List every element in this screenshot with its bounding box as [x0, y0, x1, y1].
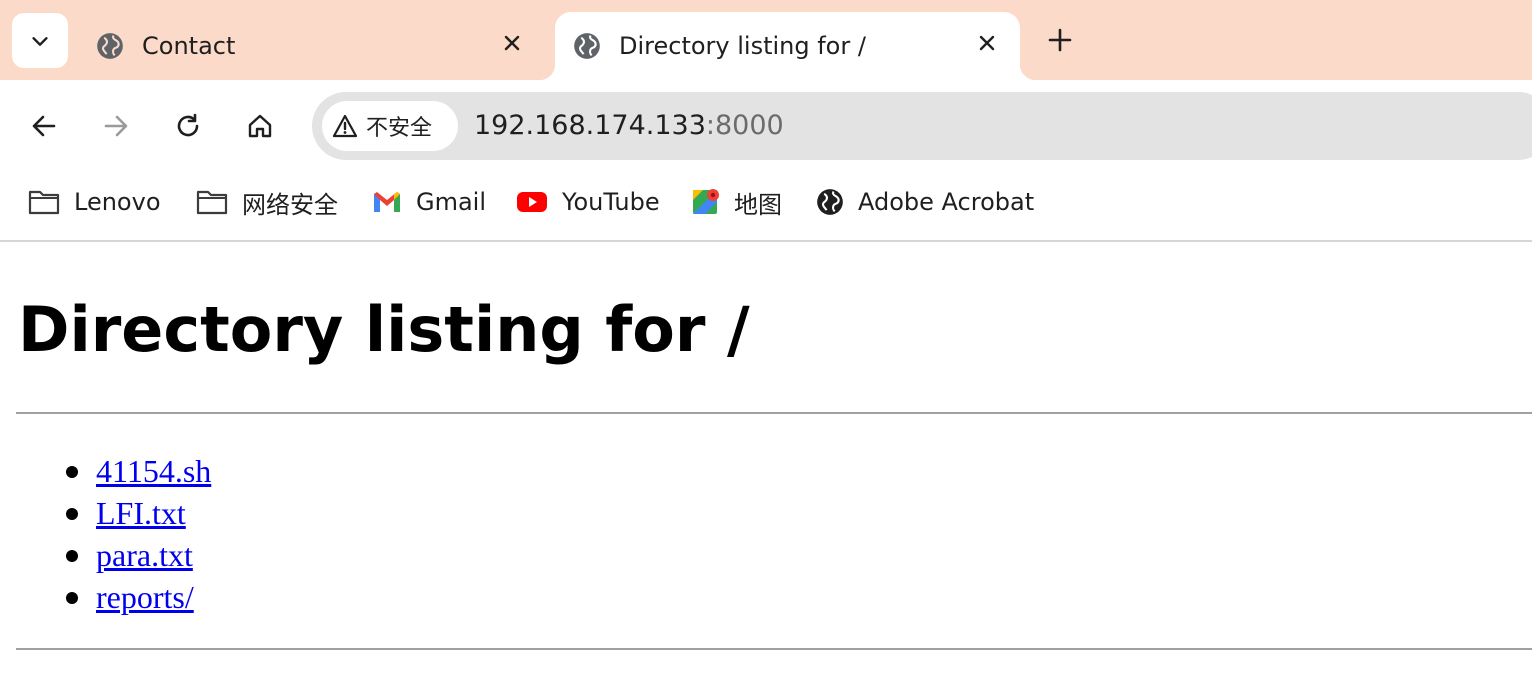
- divider: [16, 648, 1532, 650]
- list-item: para.txt: [0, 534, 211, 576]
- tab-title: Directory listing for /: [619, 32, 866, 60]
- list-item: LFI.txt: [0, 492, 211, 534]
- security-label: 不安全: [366, 116, 433, 141]
- bookmark-adobe-acrobat[interactable]: Adobe Acrobat: [816, 186, 1034, 218]
- bookmark-label: Gmail: [416, 188, 487, 216]
- bookmark-network-security[interactable]: 网络安全: [196, 186, 338, 219]
- bookmark-label: Lenovo: [74, 188, 161, 216]
- tab-directory-listing[interactable]: Directory listing for /: [539, 12, 1036, 80]
- bookmark-maps[interactable]: 地图: [692, 186, 782, 219]
- security-indicator[interactable]: 不安全: [322, 101, 458, 151]
- home-icon: [248, 114, 272, 138]
- url-port: :8000: [705, 110, 784, 141]
- file-link-41154-sh[interactable]: 41154.sh: [96, 453, 211, 489]
- url-text[interactable]: 192.168.174.133:8000: [474, 106, 784, 146]
- tab-strip: Contact Directory listing for /: [0, 0, 1532, 80]
- file-link-lfi-txt[interactable]: LFI.txt: [96, 495, 186, 531]
- tab-search-button[interactable]: [12, 13, 68, 68]
- bookmarks-bar: Lenovo 网络安全 Gmail YouTube 地图 Adobe Acrob…: [0, 172, 1532, 242]
- url-host: 192.168.174.133: [474, 110, 706, 141]
- gmail-icon: [374, 192, 400, 212]
- bookmark-label: 网络安全: [242, 190, 338, 219]
- warning-icon: [332, 114, 358, 138]
- reload-button[interactable]: [168, 106, 208, 146]
- globe-icon: [96, 32, 124, 60]
- file-link-reports[interactable]: reports/: [96, 579, 194, 615]
- back-button[interactable]: [24, 106, 64, 146]
- plus-icon: [1048, 28, 1072, 52]
- browser-toolbar: 不安全 192.168.174.133:8000: [0, 80, 1532, 172]
- file-list: 41154.sh LFI.txt para.txt reports/: [0, 450, 211, 618]
- chevron-down-icon: [29, 30, 51, 52]
- bookmark-label: YouTube: [562, 188, 660, 216]
- folder-icon: [196, 190, 228, 215]
- close-tab-button[interactable]: [498, 29, 526, 57]
- file-link-para-txt[interactable]: para.txt: [96, 537, 193, 573]
- maps-icon: [693, 189, 719, 214]
- bookmark-label: 地图: [734, 190, 782, 219]
- globe-icon: [817, 189, 843, 215]
- tab-title: Contact: [142, 32, 236, 60]
- bookmark-gmail[interactable]: Gmail: [372, 186, 486, 218]
- forward-button[interactable]: [96, 106, 136, 146]
- list-item: 41154.sh: [0, 450, 211, 492]
- close-icon: [504, 35, 520, 51]
- bookmark-label: Adobe Acrobat: [858, 188, 1035, 216]
- arrow-right-icon: [104, 115, 128, 137]
- tab-contact[interactable]: Contact: [80, 12, 550, 80]
- youtube-icon: [517, 192, 547, 212]
- reload-icon: [177, 113, 199, 137]
- divider: [16, 412, 1532, 414]
- close-icon: [979, 35, 995, 51]
- bookmark-youtube[interactable]: YouTube: [516, 186, 660, 218]
- folder-icon: [28, 190, 60, 215]
- page-heading: Directory listing for /: [18, 293, 750, 366]
- address-bar[interactable]: 不安全 192.168.174.133:8000: [312, 92, 1532, 160]
- new-tab-button[interactable]: [1042, 22, 1078, 58]
- home-button[interactable]: [240, 106, 280, 146]
- globe-icon: [573, 32, 601, 60]
- arrow-left-icon: [32, 115, 56, 137]
- close-tab-button[interactable]: [973, 29, 1001, 57]
- bookmark-lenovo[interactable]: Lenovo: [28, 186, 161, 218]
- list-item: reports/: [0, 576, 211, 618]
